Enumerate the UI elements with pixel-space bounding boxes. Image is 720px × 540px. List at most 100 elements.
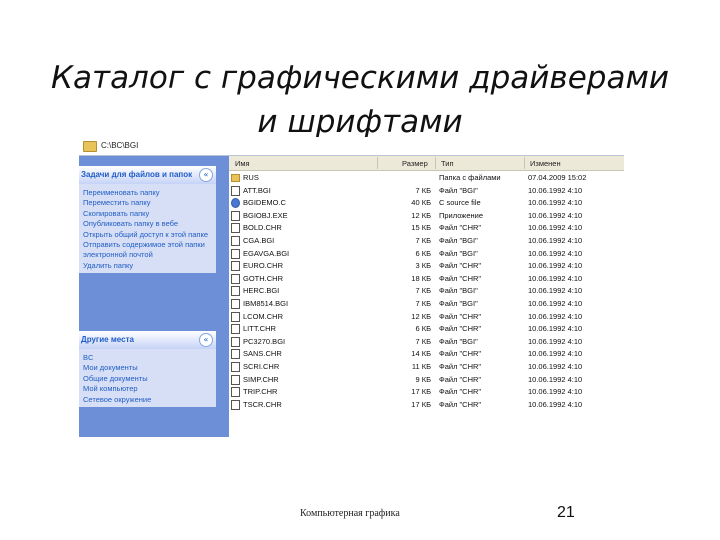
file-name: TRIP.CHR	[243, 387, 278, 397]
file-size: 9 КБ	[415, 374, 431, 384]
file-size: 7 КБ	[415, 299, 431, 308]
file-row[interactable]: EGAVGA.BGI 6 КБ Файл "BGI" 10.06.1992 4:10	[229, 248, 624, 261]
task-email-folder[interactable]: Отправить содержимое этой папки электрон…	[83, 240, 211, 261]
task-publish-folder[interactable]: Опубликовать папку в вебе	[83, 219, 214, 229]
file-row[interactable]: SIMP.CHR 9 КБ Файл "CHR" 10.06.1992 4:10	[229, 374, 624, 387]
other-places-title: Другие места	[81, 335, 134, 344]
page-number: 21	[557, 504, 575, 521]
file-row[interactable]: BGIOBJ.EXE 12 КБ Приложение 10.06.1992 4:10	[229, 210, 624, 223]
file-size: 3 КБ	[415, 261, 431, 271]
slide-title: Каталог с графическими драйверами и шриф…	[0, 56, 720, 144]
slide-footer: Компьютерная графика	[300, 508, 400, 519]
file-type: Файл "CHR"	[439, 362, 482, 371]
file-type: Файл "CHR"	[439, 261, 482, 271]
folder-icon	[231, 174, 240, 182]
file-type: Файл "BGI"	[439, 185, 478, 195]
file-row[interactable]: GOTH.CHR 18 КБ Файл "CHR" 10.06.1992 4:10	[229, 273, 624, 286]
file-name: EGAVGA.BGI	[243, 248, 290, 258]
file-modified: 10.06.1992 4:10	[528, 223, 583, 233]
file-row[interactable]: IBM8514.BGI 7 КБ Файл "BGI" 10.06.1992 4:10	[229, 298, 624, 311]
file-tasks-header[interactable]: Задачи для файлов и папок «	[79, 166, 216, 184]
column-type[interactable]: Тип	[441, 159, 454, 168]
file-size: 6 КБ	[415, 248, 431, 258]
column-name[interactable]: Имя	[235, 159, 250, 168]
column-size[interactable]: Размер	[402, 159, 428, 168]
file-size: 7 КБ	[415, 185, 431, 195]
file-row[interactable]: CGA.BGI 7 КБ Файл "BGI" 10.06.1992 4:10	[229, 235, 624, 248]
file-modified: 10.06.1992 4:10	[528, 261, 583, 271]
file-row[interactable]: BGIDEMO.C 40 КБ C source file 10.06.1992 4:…	[229, 197, 624, 210]
place-bc[interactable]: BC	[83, 353, 214, 363]
file-row[interactable]: PC3270.BGI 7 КБ Файл "BGI" 10.06.1992 4:10	[229, 336, 624, 349]
other-places-box: Другие места « BC Мои документы Общие до…	[79, 331, 216, 408]
file-modified: 10.06.1992 4:10	[528, 374, 583, 384]
file-icon	[231, 286, 240, 297]
file-size: 7 КБ	[415, 236, 431, 245]
file-modified: 10.06.1992 4:10	[528, 198, 583, 208]
explorer-window: C:\BC\BGI Задачи для файлов и папок « Пе…	[79, 137, 624, 437]
file-modified: 10.06.1992 4:10	[528, 185, 583, 195]
place-my-computer[interactable]: Мой компьютер	[83, 384, 214, 394]
collapse-icon[interactable]: «	[199, 168, 213, 182]
file-icon	[231, 374, 240, 385]
file-name: SCRI.CHR	[243, 362, 280, 371]
file-icon	[231, 349, 240, 360]
file-icon	[231, 336, 240, 347]
file-type: Файл "CHR"	[439, 349, 482, 359]
file-type: Папка с файлами	[439, 173, 501, 182]
file-type: Файл "BGI"	[439, 299, 478, 308]
file-tasks-list: Переименовать папку Переместить папку Ск…	[79, 184, 216, 273]
file-modified: 10.06.1992 4:10	[528, 399, 583, 409]
file-type: Приложение	[439, 210, 483, 220]
file-row[interactable]: BOLD.CHR 15 КБ Файл "CHR" 10.06.1992 4:10	[229, 222, 624, 235]
file-icon	[231, 261, 240, 272]
task-share-folder[interactable]: Открыть общий доступ к этой папке	[83, 230, 211, 240]
file-type: Файл "BGI"	[439, 286, 478, 296]
file-row[interactable]: HERC.BGI 7 КБ Файл "BGI" 10.06.1992 4:10	[229, 285, 624, 298]
file-icon	[231, 210, 240, 221]
file-modified: 10.06.1992 4:10	[528, 362, 583, 371]
file-row[interactable]: SANS.CHR 14 КБ Файл "CHR" 10.06.1992 4:10	[229, 348, 624, 361]
file-type: Файл "CHR"	[439, 311, 482, 321]
file-name: PC3270.BGI	[243, 336, 286, 346]
file-type: Файл "BGI"	[439, 248, 478, 258]
file-row[interactable]: EURO.CHR 3 КБ Файл "CHR" 10.06.1992 4:10	[229, 260, 624, 273]
place-network[interactable]: Сетевое окружение	[83, 395, 214, 405]
column-modified[interactable]: Изменен	[530, 159, 561, 168]
file-name: SIMP.CHR	[243, 374, 279, 384]
file-row[interactable]: TSCR.CHR 17 КБ Файл "CHR" 10.06.1992 4:10	[229, 399, 624, 412]
file-type: Файл "BGI"	[439, 236, 478, 245]
file-row[interactable]: TRIP.CHR 17 КБ Файл "CHR" 10.06.1992 4:10	[229, 386, 624, 399]
file-name: LCOM.CHR	[243, 311, 284, 321]
file-tasks-box: Задачи для файлов и папок « Переименоват…	[79, 166, 216, 274]
file-modified: 10.06.1992 4:10	[528, 286, 583, 296]
file-row[interactable]: LITT.CHR 6 КБ Файл "CHR" 10.06.1992 4:10	[229, 323, 624, 336]
task-move-folder[interactable]: Переместить папку	[83, 198, 214, 208]
task-rename-folder[interactable]: Переименовать папку	[83, 188, 214, 198]
file-type: Файл "CHR"	[439, 374, 482, 384]
file-type: Файл "CHR"	[439, 387, 482, 397]
file-row[interactable]: LCOM.CHR 12 КБ Файл "CHR" 10.06.1992 4:10	[229, 311, 624, 324]
address-bar[interactable]: C:\BC\BGI	[79, 137, 624, 156]
file-size: 6 КБ	[415, 324, 431, 334]
file-row[interactable]: ATT.BGI 7 КБ Файл "BGI" 10.06.1992 4:10	[229, 185, 624, 198]
place-shared-documents[interactable]: Общие документы	[83, 374, 214, 384]
file-modified: 10.06.1992 4:10	[528, 387, 583, 397]
file-icon	[231, 387, 240, 398]
file-icon	[231, 311, 240, 322]
file-modified: 10.06.1992 4:10	[528, 324, 583, 334]
place-my-documents[interactable]: Мои документы	[83, 363, 214, 373]
collapse-icon[interactable]: «	[199, 333, 213, 347]
file-name: BOLD.CHR	[243, 223, 282, 233]
file-row[interactable]: RUS Папка с файлами 07.04.2009 15:02	[229, 172, 624, 185]
task-delete-folder[interactable]: Удалить папку	[83, 261, 214, 271]
file-name: TSCR.CHR	[243, 399, 282, 409]
file-icon	[231, 362, 240, 372]
file-row[interactable]: SCRI.CHR 11 КБ Файл "CHR" 10.06.1992 4:10	[229, 361, 624, 374]
file-modified: 10.06.1992 4:10	[528, 273, 583, 283]
file-modified: 10.06.1992 4:10	[528, 311, 583, 321]
task-copy-folder[interactable]: Скопировать папку	[83, 209, 214, 219]
file-size: 14 КБ	[411, 349, 431, 359]
file-size: 12 КБ	[411, 311, 431, 321]
other-places-header[interactable]: Другие места «	[79, 331, 216, 349]
